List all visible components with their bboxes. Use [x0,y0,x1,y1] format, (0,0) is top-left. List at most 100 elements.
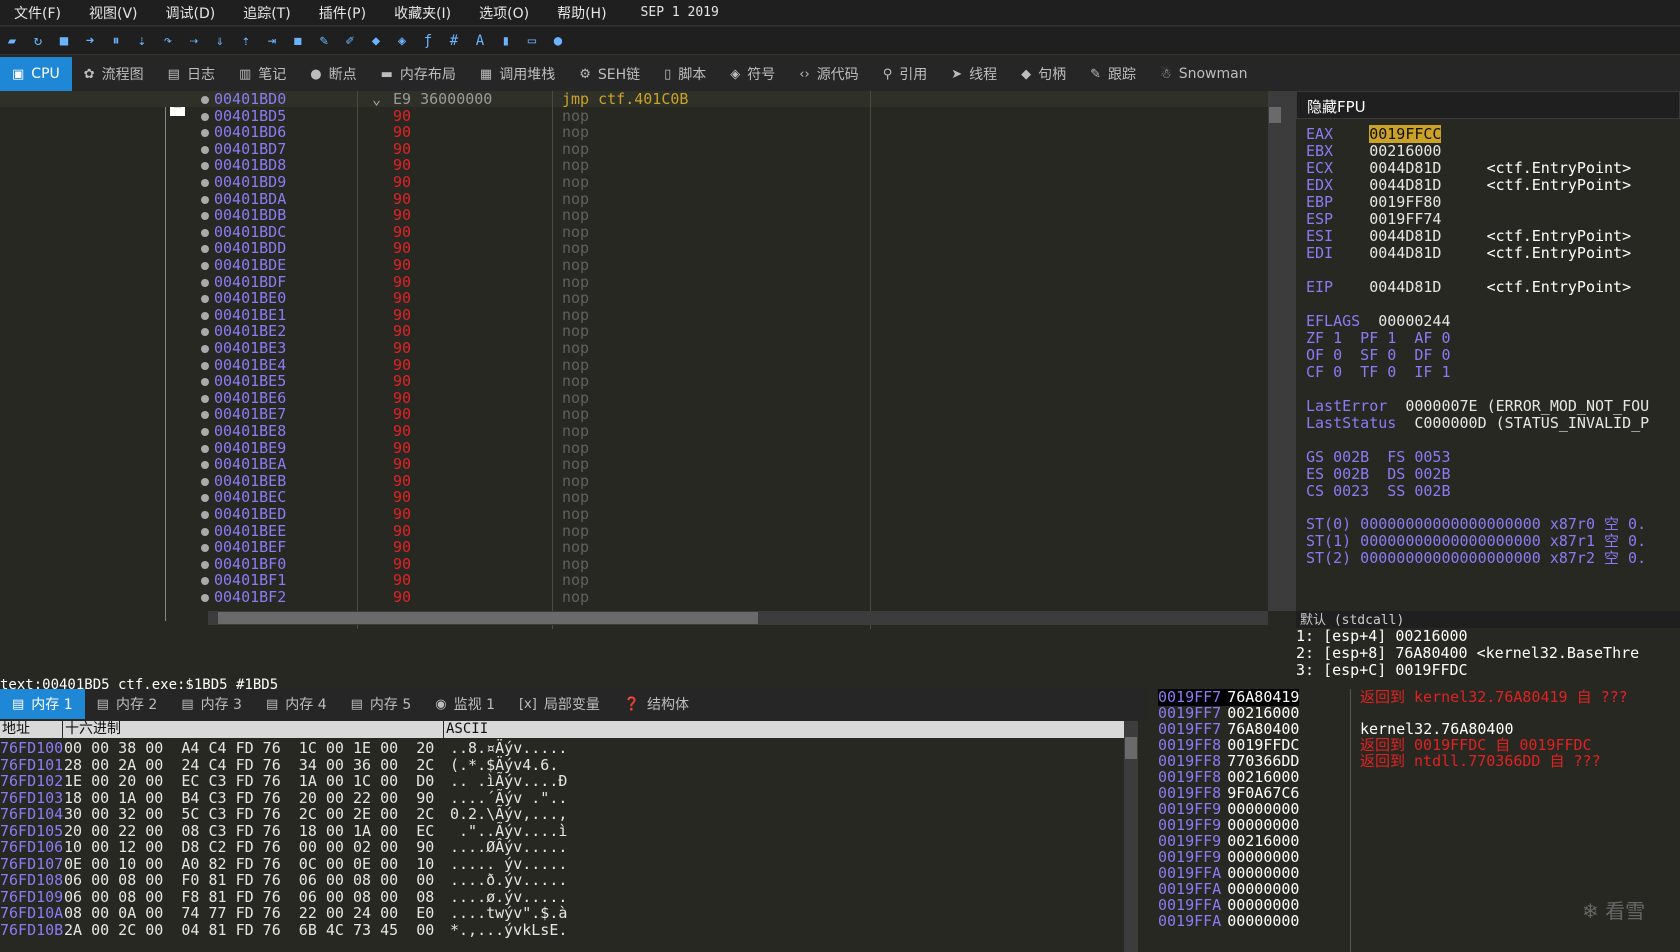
tab-symbol[interactable]: ◈ 符号 [718,57,787,91]
disasm-row[interactable]: 00401BE5 90 nop [0,373,1283,389]
dump-row[interactable]: 76FD104 30 00 32 00 5C C3 FD 76 2C 00 2E … [0,806,1150,823]
breakpoint-dot[interactable] [201,461,209,470]
tab-references[interactable]: ⚲ 引用 [871,57,940,91]
disasm-row[interactable]: 00401BE3 90 nop [0,340,1283,356]
disasm-row[interactable]: 00401BE0 90 nop [0,290,1283,306]
register-line[interactable]: EFLAGS 00000244 [1306,312,1451,330]
disasm-row[interactable]: 00401BE9 90 nop [0,440,1283,456]
breakpoint-dot[interactable] [201,345,209,353]
disasm-row[interactable]: 00401BE2 90 nop [0,323,1283,339]
tab-graph[interactable]: ✿ 流程图 [72,57,156,91]
breakpoint-dot[interactable] [201,560,209,569]
tab-handles[interactable]: ◆ 句柄 [1009,57,1078,91]
breakpoint-dot[interactable] [201,112,209,121]
disasm-row[interactable]: 00401BF0 90 nop [0,556,1283,572]
trace-over-icon[interactable]: ⇓ [210,31,230,51]
globe-icon[interactable]: ● [548,31,568,51]
breakpoint-dot[interactable] [201,195,209,204]
disasm-row[interactable]: 00401BD8 90 nop [0,157,1283,173]
disassembly-view[interactable]: − 00401BD0 E9 36000000 jmp ctf.401C0B ⌄ 0040… [0,91,1283,629]
disasm-row[interactable]: 00401BDD 90 nop [0,240,1283,256]
breakpoint-dot[interactable] [201,428,209,436]
breakpoint-dot[interactable] [201,328,209,337]
disasm-row[interactable]: 00401BE1 90 nop [0,307,1283,323]
register-line[interactable]: EBX 00216000 [1306,142,1441,160]
breakpoint-dot[interactable] [201,577,209,586]
register-line[interactable]: LastStatus C000000D (STATUS_INVALID_P [1306,414,1649,432]
disasm-row[interactable]: 00401BD9 90 nop [0,174,1283,190]
hide-fpu-button[interactable]: 隐藏FPU [1296,91,1680,119]
tab-breakpoint[interactable]: ● 断点 [298,57,368,91]
breakpoint-dot[interactable] [201,245,209,254]
register-line[interactable]: EDI 0044D81D <ctf.EntryPoint> [1306,244,1631,262]
disasm-vscroll[interactable] [1268,91,1282,611]
disasm-row[interactable]: 00401BE7 90 nop [0,406,1283,422]
dump-row[interactable]: 76FD107 0E 00 10 00 A0 82 FD 76 0C 00 0E … [0,855,1150,873]
tab-snowman[interactable]: ☃ Snowman [1148,57,1260,91]
dump-row[interactable]: 76FD10B 2A 00 2C 00 04 81 FD 76 6B 4C 73 … [0,921,1150,939]
breakpoint-dot[interactable] [201,145,209,154]
breakpoint-dot[interactable] [201,527,209,536]
font-icon[interactable]: A [470,31,490,51]
dump-row[interactable]: 76FD106 10 00 12 00 D8 C2 FD 76 00 00 02 … [0,839,1150,856]
tab-callstack[interactable]: ▦ 调用堆栈 [468,57,567,91]
disasm-row[interactable]: 00401BE4 90 nop [0,357,1283,373]
breakpoint-dot[interactable] [201,361,209,370]
register-line[interactable]: CS 0023 SS 002B [1306,482,1451,500]
breakpoint-dot[interactable] [201,477,209,486]
breakpoint-dot[interactable] [201,129,209,138]
register-line[interactable]: ST(0) 00000000000000000000 x87r0 空 0. [1306,515,1646,533]
disasm-row[interactable]: 00401BEE 90 nop [0,523,1283,539]
disasm-row[interactable]: 00401BF1 90 nop [0,572,1283,588]
memtab-7[interactable]: ❓ 结构体 [612,689,701,719]
register-line[interactable]: EDX 0044D81D <ctf.EntryPoint> [1306,176,1631,194]
restart-icon[interactable]: ↻ [28,31,48,51]
hash-icon[interactable]: # [444,31,464,51]
breakpoint-dot[interactable] [201,311,209,320]
dump-row[interactable]: 76FD108 06 00 08 00 F0 81 FD 76 06 00 08 … [0,872,1150,889]
menu-item-6[interactable]: 选项(O) [465,3,543,23]
breakpoint-dot[interactable] [201,394,209,403]
run-to-selection-icon[interactable]: ⇥ [262,31,282,51]
edit-icon[interactable]: ✎ [314,31,334,51]
breakpoint-dot[interactable] [201,212,209,221]
disasm-row[interactable]: 00401BF2 90 nop [0,589,1283,605]
tab-log[interactable]: ▤ 日志 [156,57,227,91]
breakpoint-dot[interactable] [201,96,209,104]
register-line[interactable]: EBP 0019FF80 [1306,193,1441,211]
disasm-row[interactable]: 00401BED 90 nop [0,506,1283,522]
register-line[interactable]: OF 0 SF 0 DF 0 [1306,346,1451,364]
step-into-icon[interactable]: ⇣ [132,31,152,51]
breakpoint-dot[interactable] [201,544,209,553]
trace-into-icon[interactable]: ⇢ [184,31,204,51]
stack-panel[interactable]: ❄ 看雪 0019FF7 76A80419 0019FF7 00216000 0019F… [1150,689,1680,952]
dump-row[interactable]: 76FD103 18 00 1A 00 B4 C3 FD 76 20 00 22 … [0,789,1150,807]
breakpoint-dot[interactable] [201,444,209,453]
run-icon[interactable]: ➜ [80,31,100,51]
calling-convention-select[interactable]: 默认 (stdcall) [1296,611,1680,628]
dump-row[interactable]: 76FD100 00 00 38 00 A4 C4 FD 76 1C 00 1E … [0,740,1150,757]
memory-dump[interactable]: 地址 十六进制 ASCII 76FD100 00 00 38 00 A4 C4 F… [0,721,1150,952]
step-over-icon[interactable]: ↷ [158,31,178,51]
menu-item-4[interactable]: 插件(P) [305,3,380,23]
comment-icon[interactable]: ✐ [340,31,360,51]
run-to-user-icon[interactable]: ⇡ [236,31,256,51]
breakpoint-dot[interactable] [201,494,209,503]
breakpoint-dot[interactable] [201,411,209,420]
register-line[interactable]: LastError 0000007E (ERROR_MOD_NOT_FOU [1306,397,1649,415]
disasm-hscroll[interactable] [208,611,1268,625]
register-line[interactable]: ECX 0044D81D <ctf.EntryPoint> [1306,159,1631,177]
breakpoint-dot[interactable] [201,278,209,287]
breakpoint-dot[interactable] [201,511,209,519]
breakpoint-dot[interactable] [201,179,209,187]
menu-item-0[interactable]: 文件(F) [0,3,75,23]
menu-item-1[interactable]: 视图(V) [75,3,152,23]
disasm-row[interactable]: 00401BEC 90 nop [0,489,1283,505]
regs-vscroll[interactable] [1282,91,1296,611]
disasm-row[interactable]: 00401BD7 90 nop [0,141,1283,157]
breakpoint-dot[interactable] [201,228,209,237]
dump-row[interactable]: 76FD101 28 00 2A 00 24 C4 FD 76 34 00 36 … [0,756,1150,774]
dump-row[interactable]: 76FD105 20 00 22 00 08 C3 FD 76 18 00 1A … [0,822,1150,840]
disasm-row[interactable]: 00401BDB 90 nop [0,207,1283,223]
register-line[interactable]: ES 002B DS 002B [1306,465,1451,483]
